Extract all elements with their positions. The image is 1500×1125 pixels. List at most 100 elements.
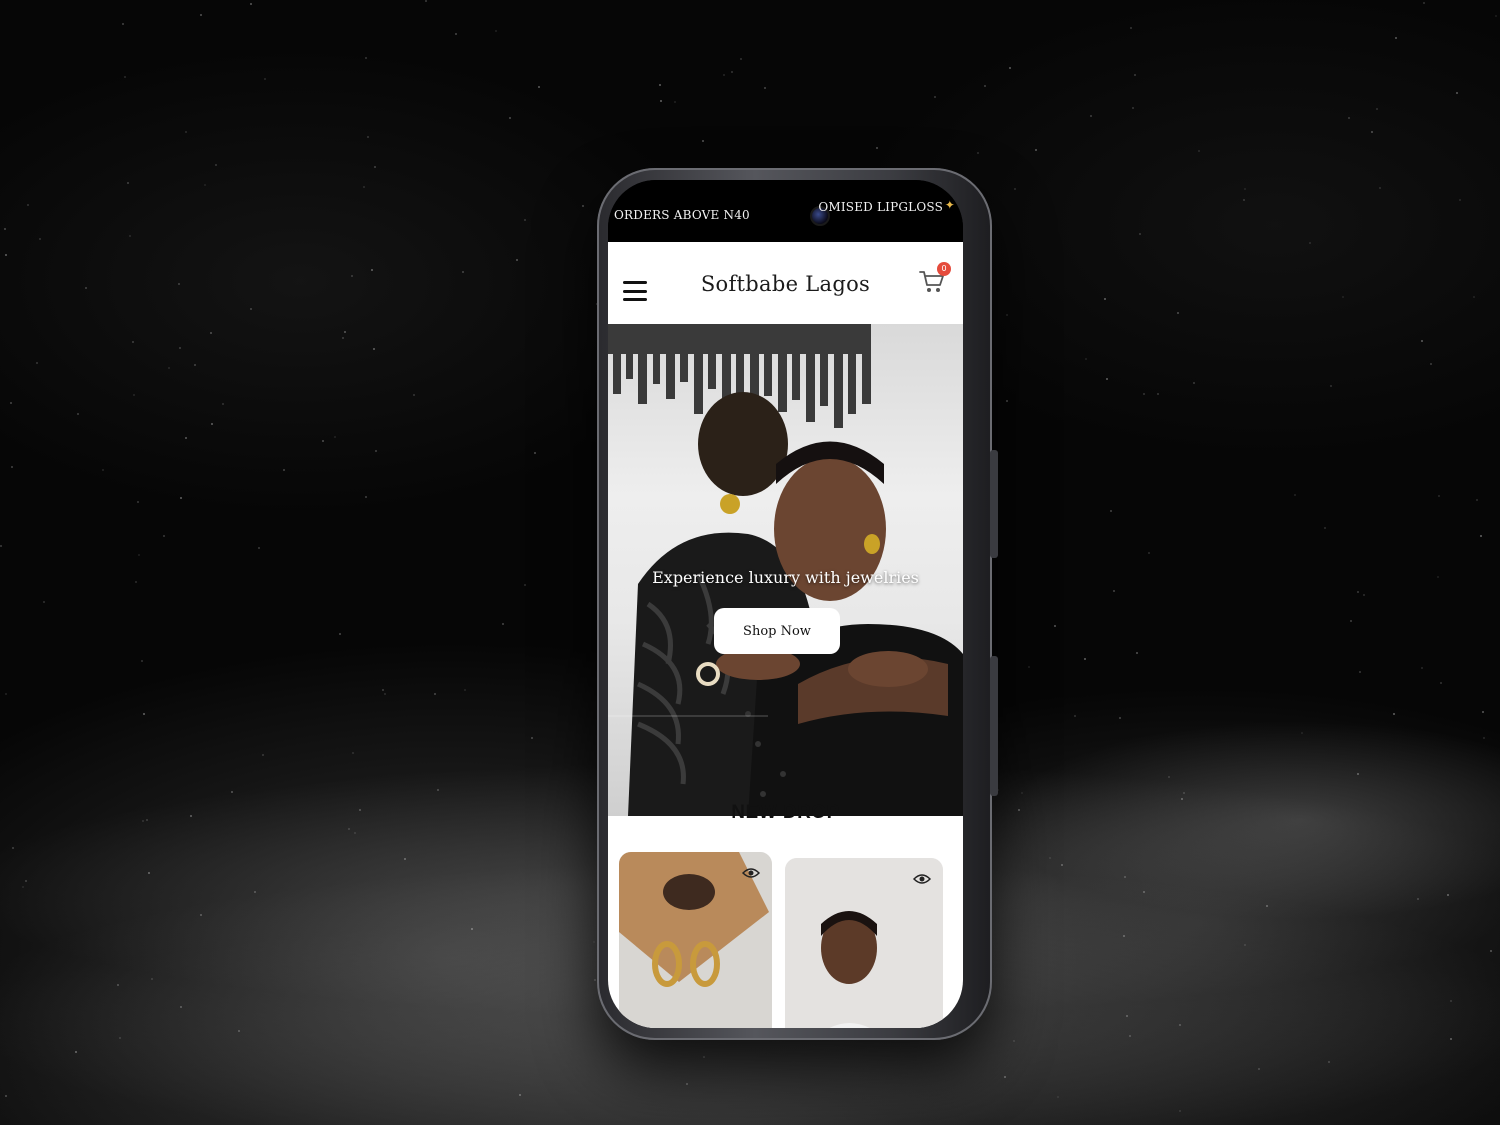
- dust-speck: [371, 269, 373, 271]
- dust-speck: [934, 96, 936, 98]
- dust-speck: [1119, 717, 1121, 719]
- dust-speck: [1266, 905, 1268, 907]
- dust-speck: [703, 1056, 705, 1058]
- dust-speck: [509, 117, 511, 119]
- eye-icon[interactable]: [742, 866, 760, 880]
- dust-speck: [27, 204, 29, 206]
- dust-speck: [352, 752, 354, 754]
- dust-speck: [876, 147, 878, 149]
- dust-speck: [185, 437, 187, 439]
- dust-speck: [425, 0, 427, 2]
- dust-speck: [1028, 666, 1030, 668]
- dust-speck: [231, 791, 233, 793]
- hero-headline: Experience luxury with jewelries: [652, 568, 919, 587]
- dust-speck: [143, 713, 145, 715]
- dust-speck: [365, 57, 367, 59]
- dust-speck: [1309, 242, 1311, 244]
- dust-speck: [1014, 188, 1016, 190]
- dust-speck: [1301, 732, 1303, 734]
- dust-speck: [455, 33, 457, 35]
- dust-speck: [132, 341, 134, 343]
- dust-speck: [77, 413, 79, 415]
- dust-speck: [148, 872, 150, 874]
- dust-speck: [1357, 773, 1359, 775]
- dust-speck: [1004, 1076, 1006, 1078]
- dust-speck: [262, 754, 264, 756]
- dust-speck: [1018, 809, 1020, 811]
- dust-speck: [180, 1006, 182, 1008]
- sparkle-icon: ✦: [944, 198, 955, 212]
- dust-speck: [1126, 1015, 1128, 1017]
- dust-speck: [1061, 864, 1063, 866]
- dust-speck: [1421, 667, 1423, 669]
- dust-speck: [1106, 378, 1108, 380]
- dust-speck: [1193, 382, 1195, 384]
- dust-speck: [1057, 1096, 1059, 1098]
- dust-speck: [10, 402, 12, 404]
- dust-speck: [534, 452, 536, 454]
- dust-speck: [146, 819, 148, 821]
- section-title: NEW DROP: [731, 802, 840, 823]
- dust-speck: [258, 547, 260, 549]
- dust-speck: [1395, 37, 1397, 39]
- dust-speck: [1482, 711, 1484, 713]
- dust-speck: [1006, 314, 1008, 316]
- dust-speck: [254, 891, 256, 893]
- dust-speck: [1183, 792, 1185, 794]
- dust-speck: [1179, 1024, 1181, 1026]
- brand-logo[interactable]: Softbabe Lagos: [608, 272, 963, 296]
- dust-speck: [12, 847, 14, 849]
- dust-speck: [524, 584, 526, 586]
- dust-speck: [142, 820, 144, 822]
- dust-speck: [250, 308, 252, 310]
- dust-speck: [238, 1030, 240, 1032]
- dust-speck: [502, 623, 504, 625]
- dust-speck: [471, 928, 473, 930]
- dust-speck: [342, 337, 344, 339]
- dust-speck: [1421, 340, 1423, 342]
- dust-speck: [686, 1083, 688, 1085]
- dust-speck: [1495, 15, 1497, 17]
- dust-speck: [141, 660, 143, 662]
- dust-speck: [339, 633, 341, 635]
- dust-speck: [129, 235, 131, 237]
- dust-speck: [413, 394, 415, 396]
- dust-speck: [163, 535, 165, 537]
- dust-speck: [1417, 898, 1419, 900]
- dust-speck: [1438, 495, 1440, 497]
- dust-speck: [1243, 199, 1245, 201]
- dust-speck: [75, 1051, 77, 1053]
- dust-speck: [25, 880, 27, 882]
- dust-speck: [538, 86, 540, 88]
- dust-speck: [365, 496, 367, 498]
- cart-button[interactable]: 0: [919, 262, 951, 294]
- dust-speck: [363, 186, 365, 188]
- site-header: Softbabe Lagos 0: [608, 242, 963, 324]
- dust-speck: [1244, 944, 1246, 946]
- dust-speck: [102, 469, 104, 471]
- eye-icon[interactable]: [913, 872, 931, 886]
- dust-speck: [1490, 950, 1492, 952]
- dust-speck: [151, 978, 153, 980]
- dust-speck: [1177, 312, 1179, 314]
- dust-speck: [5, 693, 7, 695]
- dust-speck: [434, 693, 436, 695]
- dust-speck: [1348, 117, 1350, 119]
- dust-speck: [1393, 713, 1395, 715]
- dust-speck: [0, 545, 2, 547]
- dust-speck: [1350, 620, 1352, 622]
- product-card[interactable]: [785, 858, 943, 1028]
- dust-speck: [373, 348, 375, 350]
- dust-speck: [382, 689, 384, 691]
- dust-speck: [322, 440, 324, 442]
- cart-count-badge: 0: [937, 262, 951, 276]
- dust-speck: [593, 941, 595, 943]
- dust-speck: [222, 403, 224, 405]
- announcement-text-right: OMISED LIPGLOSS: [818, 200, 943, 214]
- dust-speck: [702, 140, 704, 142]
- shop-now-button[interactable]: Shop Now: [714, 608, 840, 654]
- dust-speck: [122, 23, 124, 25]
- product-card[interactable]: [619, 852, 772, 1028]
- dust-speck: [1049, 857, 1051, 859]
- dust-speck: [39, 238, 41, 240]
